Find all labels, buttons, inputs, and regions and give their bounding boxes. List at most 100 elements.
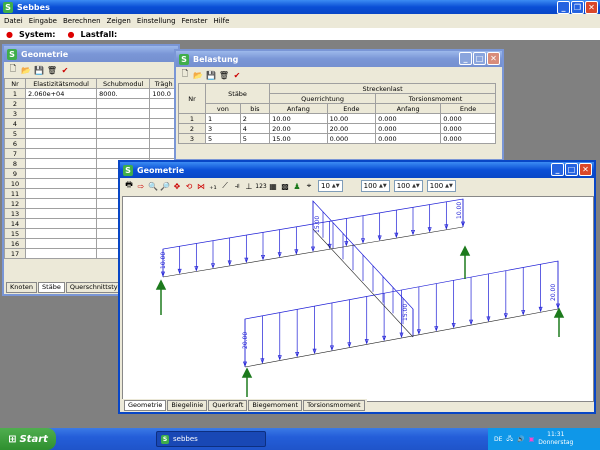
table-row[interactable]: 3 [4, 108, 178, 119]
language-indicator[interactable]: DE [494, 436, 502, 443]
table-cell[interactable] [96, 148, 151, 159]
table-cell[interactable] [24, 128, 98, 139]
save-icon[interactable]: 💾 [34, 65, 44, 75]
table-cell[interactable] [24, 168, 98, 179]
table-cell[interactable]: 3 [205, 123, 241, 134]
minimize-button[interactable]: _ [459, 52, 472, 65]
volume-icon[interactable]: 🔊 [517, 436, 524, 443]
drawing-canvas[interactable]: 10.00 10.00 20.00 20.00 15.00 15.00 [122, 196, 594, 402]
check-icon[interactable]: ✔ [60, 65, 70, 75]
load-icon[interactable]: ⫣ [232, 181, 242, 191]
menu-einstellung[interactable]: Einstellung [137, 17, 176, 25]
menu-datei[interactable]: Datei [4, 17, 23, 25]
tab-geometrie[interactable]: Geometrie [124, 400, 167, 411]
check-icon[interactable]: ✔ [232, 70, 242, 80]
view-z-stepper[interactable]: 100 ▲▼ [426, 180, 456, 192]
table-cell[interactable]: 0.000 [375, 133, 442, 144]
new-icon[interactable]: 🗋 [8, 64, 18, 75]
scale-stepper[interactable]: 10 ▲▼ [318, 180, 343, 192]
network-icon[interactable]: 🖧 [506, 434, 513, 444]
tray-app-icon[interactable]: ▣ [529, 436, 535, 443]
tab-staebe[interactable]: Stäbe [38, 282, 65, 293]
table-cell[interactable] [24, 138, 98, 149]
support-icon[interactable]: ⊥ [244, 181, 254, 191]
table-cell[interactable]: 8000. [96, 88, 151, 99]
numbering-icon[interactable]: ₊₁ [208, 181, 218, 191]
zoom-in-icon[interactable]: 🔍 [148, 181, 158, 191]
tab-knoten[interactable]: Knoten [6, 282, 38, 293]
table-cell[interactable]: 1 [205, 113, 241, 124]
restore-button[interactable]: ❐ [571, 1, 584, 14]
menu-eingabe[interactable]: Eingabe [29, 17, 57, 25]
table-cell[interactable] [24, 208, 98, 219]
taskbar-item-sebbes[interactable]: S sebbes [156, 431, 266, 447]
table-cell[interactable]: 0.000 [326, 133, 377, 144]
menu-berechnen[interactable]: Berechnen [63, 17, 101, 25]
view-y-stepper[interactable]: 100 ▲▼ [393, 180, 423, 192]
person-icon[interactable]: ♟ [292, 181, 302, 191]
table-row[interactable]: 1 1 2 10.00 10.00 0.000 0.000 [178, 113, 496, 124]
menu-hilfe[interactable]: Hilfe [214, 17, 230, 25]
table-cell[interactable] [96, 138, 151, 149]
maximize-button[interactable]: □ [565, 163, 578, 176]
table-cell[interactable]: 4 [239, 123, 271, 134]
open-icon[interactable]: 📂 [21, 65, 31, 75]
table-cell[interactable]: 5 [239, 133, 271, 144]
table-row[interactable]: 2 [4, 98, 178, 109]
pan-icon[interactable]: ✥ [172, 181, 182, 191]
table-cell[interactable] [24, 238, 98, 249]
table-cell[interactable]: 10.00 [326, 113, 377, 124]
table-row[interactable]: 5 [4, 128, 178, 139]
table-cell[interactable]: 0.000 [375, 123, 442, 134]
tab-querkraft[interactable]: Querkraft [208, 400, 248, 411]
table-row[interactable]: 4 [4, 118, 178, 129]
table-cell[interactable]: 20.00 [326, 123, 377, 134]
camera-icon[interactable]: ⌖ [304, 181, 314, 191]
table-cell[interactable] [96, 108, 151, 119]
table-cell[interactable]: 0.000 [440, 113, 496, 124]
mesh-icon[interactable]: ▩ [280, 181, 290, 191]
table-cell[interactable]: 0.000 [375, 113, 442, 124]
table-cell[interactable] [24, 118, 98, 129]
table-row[interactable]: 3 5 5 15.00 0.000 0.000 0.000 [178, 133, 496, 144]
table-cell[interactable]: 5 [205, 133, 241, 144]
close-button[interactable]: ✕ [585, 1, 598, 14]
table-row[interactable]: 1 2.060e+04 8000. 100.0 [4, 88, 178, 99]
table-cell[interactable] [24, 178, 98, 189]
nodes-icon[interactable]: ⋈ [196, 181, 206, 191]
save-icon[interactable]: 💾 [206, 70, 216, 80]
member-icon[interactable]: ⟋ [220, 181, 230, 191]
table-cell[interactable] [24, 248, 98, 259]
grid-icon[interactable]: ▦ [268, 181, 278, 191]
table-cell[interactable] [96, 98, 151, 109]
table-cell[interactable] [24, 188, 98, 199]
minimize-button[interactable]: _ [551, 163, 564, 176]
table-cell[interactable]: 0.000 [440, 133, 496, 144]
menu-zeigen[interactable]: Zeigen [107, 17, 131, 25]
start-button[interactable]: ⊞ Start [0, 428, 56, 450]
new-icon[interactable]: 🗋 [180, 69, 190, 80]
table-cell[interactable] [24, 108, 98, 119]
maximize-button[interactable]: □ [473, 52, 486, 65]
table-row[interactable]: 7 [4, 148, 178, 159]
rotate-icon[interactable]: ⟲ [184, 181, 194, 191]
close-button[interactable]: ✕ [579, 163, 592, 176]
minimize-button[interactable]: _ [557, 1, 570, 14]
table-cell[interactable]: 0.000 [440, 123, 496, 134]
table-cell[interactable]: 2 [239, 113, 271, 124]
table-cell[interactable] [96, 128, 151, 139]
table-cell[interactable]: 20.00 [269, 123, 328, 134]
table-cell[interactable]: 10.00 [269, 113, 328, 124]
table-cell[interactable] [24, 228, 98, 239]
zoom-out-icon[interactable]: 🔎 [160, 181, 170, 191]
print-icon[interactable]: 🖶 [124, 180, 134, 191]
delete-icon[interactable]: 🗑 [219, 70, 229, 80]
menu-fenster[interactable]: Fenster [182, 17, 208, 25]
table-cell[interactable]: 2.060e+04 [24, 88, 98, 99]
delete-icon[interactable]: 🗑 [47, 65, 57, 75]
close-button[interactable]: ✕ [487, 52, 500, 65]
table-cell[interactable] [24, 218, 98, 229]
values-icon[interactable]: 123 [255, 181, 266, 191]
table-cell[interactable]: 15.00 [269, 133, 328, 144]
table-cell[interactable] [24, 158, 98, 169]
